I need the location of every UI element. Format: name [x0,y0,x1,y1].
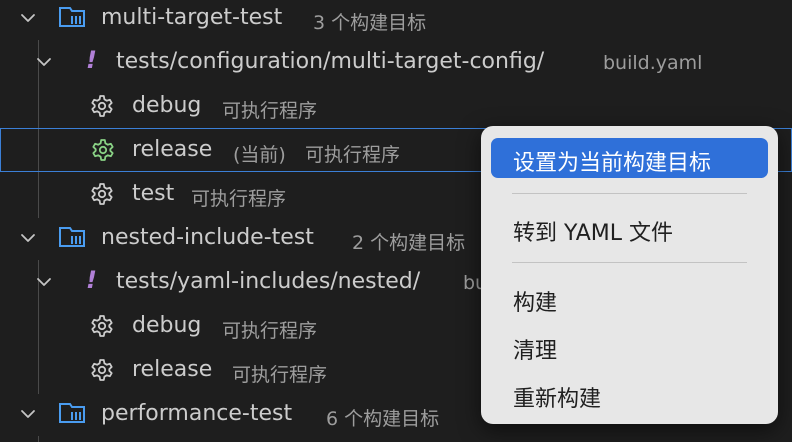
project-name: performance-test [101,401,293,426]
warning-exclamation-icon: ! [86,46,97,74]
target-kind: 可执行程序 [191,188,287,210]
target-kind: 可执行程序 [222,100,318,122]
target-name: release [132,137,213,162]
target-kind: 可执行程序 [232,364,328,386]
menu-item-build[interactable]: 构建 [491,278,768,318]
gear-icon [90,358,114,382]
config-path: tests/configuration/multi-target-config/ [116,49,545,74]
gear-icon [91,138,115,162]
project-target-count: 3 个构建目标 [313,12,427,34]
tree-item-target-debug[interactable]: debug 可执行程序 [0,84,792,128]
menu-item-label: 构建 [513,291,558,316]
project-list-icon [58,401,88,425]
context-menu: 设置为当前构建目标 转到 YAML 文件 构建 清理 重新构建 [481,126,778,424]
project-list-icon [58,225,88,249]
chevron-down-icon[interactable] [20,230,36,246]
menu-item-rebuild[interactable]: 重新构建 [491,374,768,414]
menu-item-set-current-target[interactable]: 设置为当前构建目标 [491,138,768,178]
project-name: multi-target-test [101,5,283,30]
menu-item-clean[interactable]: 清理 [491,326,768,366]
gear-icon [90,94,114,118]
tree-item-config-multi-target[interactable]: ! tests/configuration/multi-target-confi… [0,40,792,84]
config-file: build.yaml [603,52,703,74]
target-kind: 可执行程序 [305,144,401,166]
indent-guide [38,436,39,442]
target-name: release [132,357,213,382]
tree-item-project-multi-target-test[interactable]: multi-target-test 3 个构建目标 [0,0,792,40]
target-name: debug [132,313,202,338]
project-target-count: 6 个构建目标 [326,408,440,430]
project-name: nested-include-test [101,225,314,250]
target-name: test [132,181,175,206]
project-list-icon [58,5,88,29]
config-path: tests/yaml-includes/nested/ [116,269,421,294]
menu-separator [512,262,747,263]
menu-item-label: 重新构建 [513,387,602,412]
gear-icon [90,314,114,338]
menu-item-goto-yaml[interactable]: 转到 YAML 文件 [491,208,768,248]
chevron-down-icon[interactable] [36,54,52,70]
warning-exclamation-icon: ! [86,266,97,294]
menu-item-label: 转到 YAML 文件 [513,221,674,246]
gear-icon [90,182,114,206]
target-kind: 可执行程序 [222,320,318,342]
project-target-count: 2 个构建目标 [352,232,466,254]
chevron-down-icon[interactable] [20,10,36,26]
chevron-down-icon[interactable] [36,274,52,290]
menu-item-label: 设置为当前构建目标 [513,151,712,176]
menu-separator [512,193,747,194]
target-name: debug [132,93,202,118]
current-target-badge: (当前) [233,144,286,166]
menu-item-label: 清理 [513,339,558,364]
chevron-down-icon[interactable] [20,406,36,422]
